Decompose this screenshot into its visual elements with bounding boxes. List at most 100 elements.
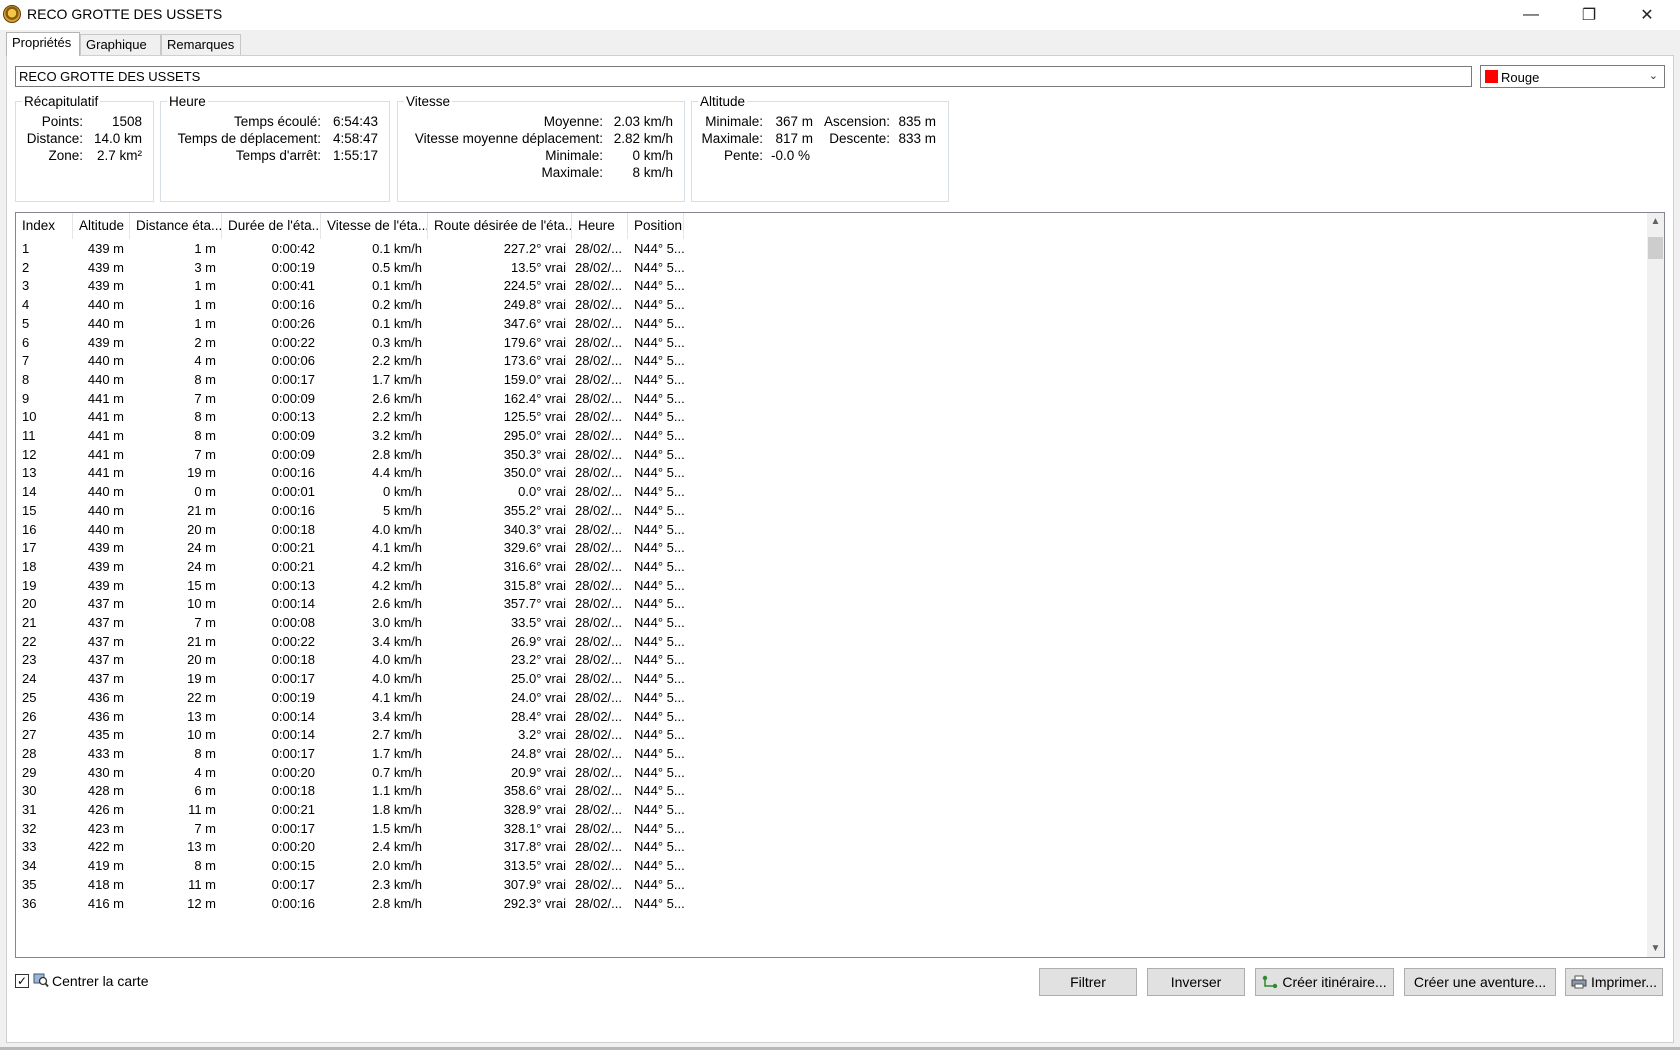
trackpoints-table[interactable]: Index Altitude Distance éta... Durée de l'é… [15, 212, 1665, 958]
table-row[interactable]: 18 439 m 24 m 0:00:21 4.2 km/h 316.6° vrai 28/… [16, 557, 1648, 577]
tab-properties[interactable]: Propriétés [6, 32, 80, 56]
cell-time: 28/02/... [575, 839, 622, 855]
column-header-distance[interactable]: Distance éta... [130, 213, 222, 239]
table-row[interactable]: 29 430 m 4 m 0:00:20 0.7 km/h 20.9° vrai 28/02… [16, 763, 1648, 783]
close-button[interactable]: ✕ [1618, 0, 1676, 30]
points-value: 1508 [111, 114, 142, 129]
table-row[interactable]: 3 439 m 1 m 0:00:41 0.1 km/h 224.5° vrai 28/02… [16, 276, 1648, 296]
cell-altitude: 441 m [87, 409, 124, 425]
cell-distance: 21 m [187, 633, 216, 649]
table-row[interactable]: 34 419 m 8 m 0:00:15 2.0 km/h 313.5° vrai 28/0… [16, 856, 1648, 876]
table-row[interactable]: 17 439 m 24 m 0:00:21 4.1 km/h 329.6° vrai 28/… [16, 538, 1648, 558]
filter-button-label: Filtrer [1070, 974, 1106, 990]
table-row[interactable]: 14 440 m 0 m 0:00:01 0 km/h 0.0° vrai 28/02/..… [16, 482, 1648, 502]
create-route-button[interactable]: Créer itinéraire... [1255, 968, 1394, 996]
cell-duration: 0:00:14 [271, 596, 315, 612]
column-header-altitude[interactable]: Altitude [73, 213, 130, 239]
cell-time: 28/02/... [575, 858, 622, 874]
tab-notes[interactable]: Remarques [161, 34, 241, 55]
max-speed-value: 8 km/h [632, 165, 673, 180]
scroll-down-arrow-icon[interactable]: ▼ [1647, 940, 1664, 957]
cell-time: 28/02/... [575, 652, 622, 668]
table-row[interactable]: 11 441 m 8 m 0:00:09 3.2 km/h 295.0° vrai 28/0… [16, 426, 1648, 446]
cell-altitude: 433 m [87, 745, 124, 761]
column-header-time[interactable]: Heure [572, 213, 628, 239]
table-row[interactable]: 28 433 m 8 m 0:00:17 1.7 km/h 24.8° vrai 28/02… [16, 744, 1648, 764]
column-header-bearing[interactable]: Route désirée de l'éta... [428, 213, 572, 239]
table-row[interactable]: 5 440 m 1 m 0:00:26 0.1 km/h 347.6° vrai 28/02… [16, 314, 1648, 334]
cell-position: N44° 5... [634, 558, 684, 574]
cell-speed: 1.5 km/h [372, 820, 422, 836]
table-row[interactable]: 19 439 m 15 m 0:00:13 4.2 km/h 315.8° vrai 28/… [16, 576, 1648, 596]
cell-speed: 2.2 km/h [372, 409, 422, 425]
cell-speed: 4.0 km/h [372, 521, 422, 537]
center-map-checkbox[interactable]: ✓ [15, 974, 29, 988]
color-dropdown[interactable]: Rouge ⌄ [1480, 65, 1665, 88]
cell-time: 28/02/... [575, 521, 622, 537]
cell-time: 28/02/... [575, 315, 622, 331]
table-row[interactable]: 23 437 m 20 m 0:00:18 4.0 km/h 23.2° vrai 28/0… [16, 650, 1648, 670]
table-row[interactable]: 33 422 m 13 m 0:00:20 2.4 km/h 317.8° vrai 28/… [16, 837, 1648, 857]
cell-duration: 0:00:09 [271, 428, 315, 443]
table-row[interactable]: 20 437 m 10 m 0:00:14 2.6 km/h 357.7° vrai 28/… [16, 594, 1648, 614]
column-header-speed[interactable]: Vitesse de l'éta... [321, 213, 428, 239]
cell-duration: 0:00:06 [271, 353, 315, 369]
max-speed-label: Maximale: [541, 165, 603, 180]
table-row[interactable]: 4 440 m 1 m 0:00:16 0.2 km/h 249.8° vrai 28/02… [16, 295, 1648, 315]
cell-duration: 0:00:41 [271, 278, 315, 294]
column-header-duration[interactable]: Durée de l'éta... [222, 213, 321, 239]
table-row[interactable]: 7 440 m 4 m 0:00:06 2.2 km/h 173.6° vrai 28/02… [16, 351, 1648, 371]
create-adventure-button[interactable]: Créer une aventure... [1404, 968, 1556, 996]
table-row[interactable]: 25 436 m 22 m 0:00:19 4.1 km/h 24.0° vrai 28/0… [16, 688, 1648, 708]
table-row[interactable]: 15 440 m 21 m 0:00:16 5 km/h 355.2° vrai 28/02… [16, 501, 1648, 521]
vertical-scrollbar[interactable]: ▲ ▼ [1647, 213, 1664, 957]
cell-bearing: 347.6° vrai [503, 315, 566, 331]
column-header-index[interactable]: Index [16, 213, 73, 239]
cell-distance: 1 m [194, 315, 216, 331]
table-row[interactable]: 27 435 m 10 m 0:00:14 2.7 km/h 3.2° vrai 28/02… [16, 725, 1648, 745]
table-row[interactable]: 12 441 m 7 m 0:00:09 2.8 km/h 350.3° vrai 28/0… [16, 445, 1648, 465]
cell-index: 35 [22, 876, 37, 892]
max-altitude-value: 817 m [775, 131, 813, 146]
table-row[interactable]: 16 440 m 20 m 0:00:18 4.0 km/h 340.3° vrai 28/… [16, 520, 1648, 540]
track-name-input[interactable] [15, 66, 1472, 87]
summary-legend: Récapitulatif [24, 94, 99, 109]
table-row[interactable]: 2 439 m 3 m 0:00:19 0.5 km/h 13.5° vrai 28/02/… [16, 258, 1648, 278]
table-row[interactable]: 21 437 m 7 m 0:00:08 3.0 km/h 33.5° vrai 28/02… [16, 613, 1648, 633]
table-row[interactable]: 9 441 m 7 m 0:00:09 2.6 km/h 162.4° vrai 28/02… [16, 389, 1648, 409]
window-title: RECO GROTTE DES USSETS [27, 6, 223, 22]
table-row[interactable]: 6 439 m 2 m 0:00:22 0.3 km/h 179.6° vrai 28/02… [16, 333, 1648, 353]
cell-time: 28/02/... [575, 633, 622, 649]
table-row[interactable]: 24 437 m 19 m 0:00:17 4.0 km/h 25.0° vrai 28/0… [16, 669, 1648, 689]
table-row[interactable]: 26 436 m 13 m 0:00:14 3.4 km/h 28.4° vrai 28/0… [16, 707, 1648, 727]
table-row[interactable]: 1 439 m 1 m 0:00:42 0.1 km/h 227.2° vrai 28/02… [16, 239, 1648, 259]
table-row[interactable]: 32 423 m 7 m 0:00:17 1.5 km/h 328.1° vrai 28/0… [16, 819, 1648, 839]
table-row[interactable]: 30 428 m 6 m 0:00:18 1.1 km/h 358.6° vrai 28/0… [16, 781, 1648, 801]
table-row[interactable]: 35 418 m 11 m 0:00:17 2.3 km/h 307.9° vrai 28/… [16, 875, 1648, 895]
print-button[interactable]: Imprimer... [1565, 968, 1663, 996]
restore-button[interactable]: ❐ [1560, 0, 1618, 30]
filter-button[interactable]: Filtrer [1039, 968, 1137, 996]
table-row[interactable]: 10 441 m 8 m 0:00:13 2.2 km/h 125.5° vrai 28/0… [16, 407, 1648, 427]
tab-chart[interactable]: Graphique [80, 34, 161, 55]
cell-altitude: 440 m [87, 297, 124, 313]
cell-bearing: 20.9° vrai [510, 764, 566, 780]
cell-index: 7 [22, 353, 30, 369]
table-row[interactable]: 22 437 m 21 m 0:00:22 3.4 km/h 26.9° vrai 28/0… [16, 632, 1648, 652]
column-header-position[interactable]: Position [628, 213, 684, 239]
table-row[interactable]: 8 440 m 8 m 0:00:17 1.7 km/h 159.0° vrai 28/02… [16, 370, 1648, 390]
cell-distance: 1 m [194, 241, 216, 256]
minimize-button[interactable]: — [1502, 0, 1560, 30]
scrollbar-thumb[interactable] [1648, 237, 1663, 259]
cell-distance: 6 m [194, 783, 216, 799]
cell-bearing: 350.0° vrai [503, 465, 566, 481]
table-row[interactable]: 31 426 m 11 m 0:00:21 1.8 km/h 328.9° vrai 28/… [16, 800, 1648, 820]
cell-index: 26 [22, 708, 37, 724]
cell-position: N44° 5... [634, 895, 684, 911]
scroll-up-arrow-icon[interactable]: ▲ [1647, 213, 1664, 230]
table-row[interactable]: 36 416 m 12 m 0:00:16 2.8 km/h 292.3° vrai 28/… [16, 894, 1648, 914]
reverse-button[interactable]: Inverser [1147, 968, 1245, 996]
cell-index: 6 [22, 334, 30, 350]
cell-duration: 0:00:08 [271, 615, 315, 630]
table-row[interactable]: 13 441 m 19 m 0:00:16 4.4 km/h 350.0° vrai 28/… [16, 463, 1648, 483]
